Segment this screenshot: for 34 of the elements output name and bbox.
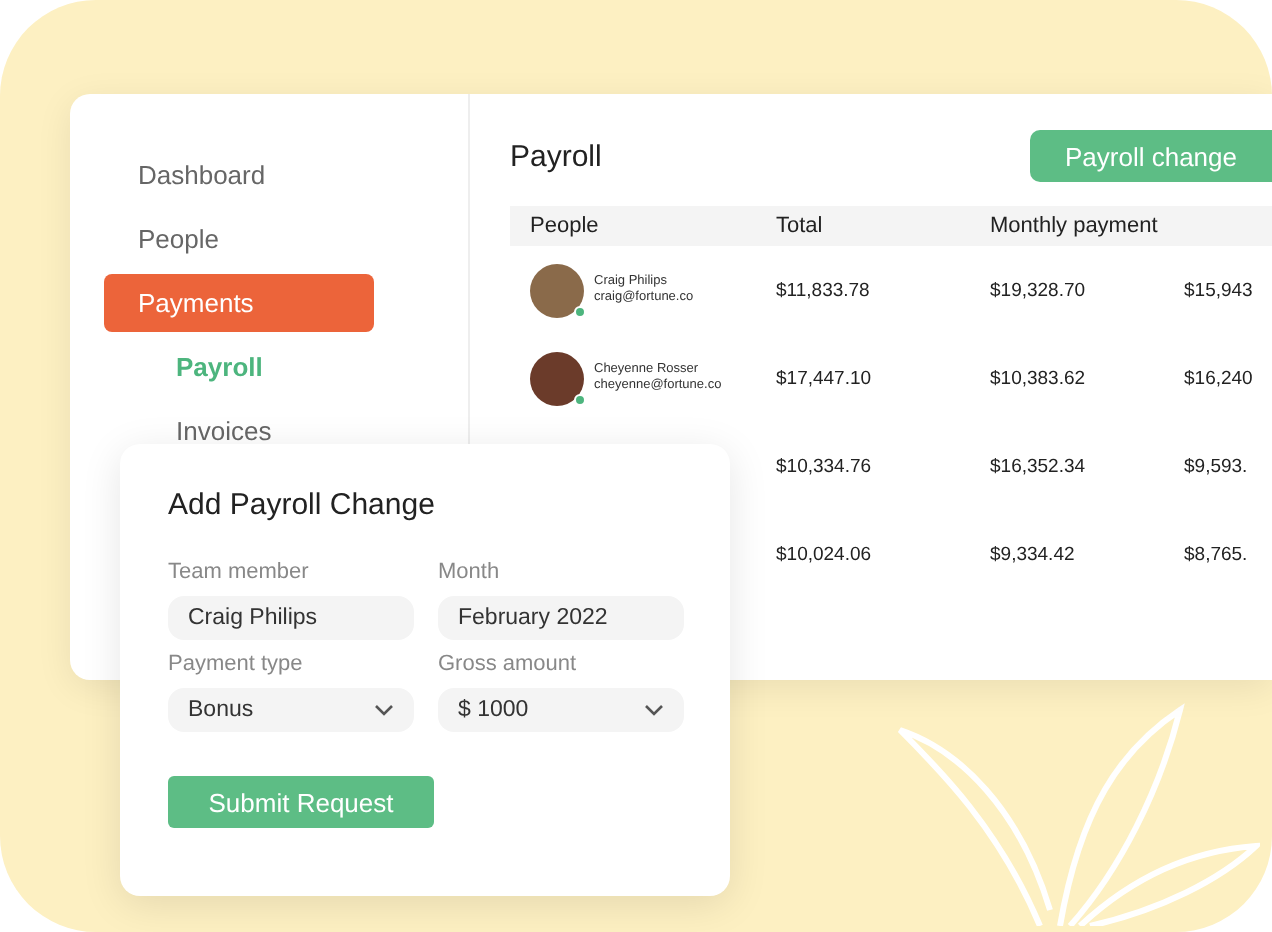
table-cell-text: $10,383.62: [990, 367, 1088, 389]
table-cell-text: $11,833.78: [776, 279, 872, 301]
table-cell-text: $9,334.42: [990, 543, 1077, 565]
column-header: People: [530, 214, 601, 238]
dialog-title: Add Payroll Change: [168, 488, 437, 522]
input-field[interactable]: February 2022: [438, 596, 684, 640]
table-cell-text: $10,334.76: [776, 455, 874, 477]
chevron-down-icon: [374, 704, 394, 716]
field-label: Gross amount: [438, 652, 579, 680]
status-dot: [574, 393, 586, 405]
table-cell-text: $9,593.: [1184, 455, 1250, 477]
chevron-down-icon: [644, 704, 664, 716]
table-cell-text: $16,352.34: [990, 455, 1088, 477]
column-header: Total: [776, 214, 825, 238]
table-cell-text: $17,447.10: [776, 367, 874, 389]
field-label: Team member: [168, 560, 311, 588]
nav-item[interactable]: Payments: [104, 274, 374, 332]
select-value: $ 1000: [458, 698, 529, 722]
select-value: Bonus: [188, 698, 254, 722]
field-label: Month: [438, 560, 502, 588]
status-dot: [574, 305, 586, 317]
column-header: Monthly payment: [990, 214, 1160, 238]
nav-item[interactable]: Dashboard: [104, 146, 374, 204]
table-cell-text: $8,765.: [1184, 543, 1250, 565]
input-field[interactable]: Craig Philips: [168, 596, 414, 640]
select-field[interactable]: $ 1000: [438, 688, 684, 732]
page-title: Payroll: [510, 139, 602, 173]
table-cell-text: $19,328.70: [990, 279, 1088, 301]
field-label: Payment type: [168, 652, 305, 680]
table-cell-text: $16,240: [1184, 367, 1255, 389]
select-field[interactable]: Bonus: [168, 688, 414, 732]
nav-item[interactable]: People: [104, 210, 374, 268]
table-cell-text: $10,024.06: [776, 543, 874, 565]
table-cell-text: $15,943: [1184, 279, 1255, 301]
